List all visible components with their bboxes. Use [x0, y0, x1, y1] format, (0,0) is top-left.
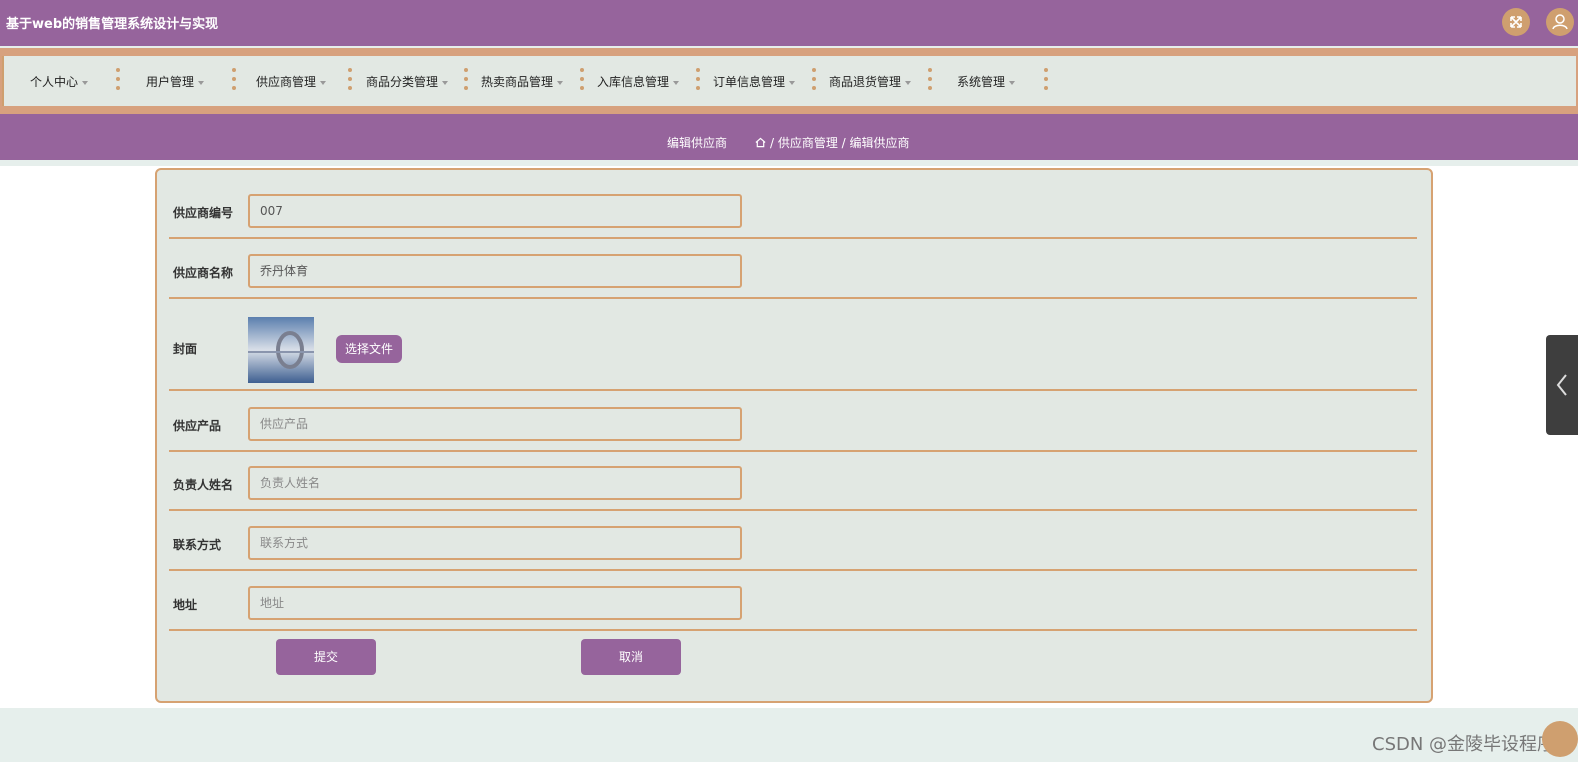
- choose-file-button[interactable]: 选择文件: [336, 335, 402, 363]
- watermark: CSDN @金陵毕设程序: [1372, 734, 1556, 755]
- product-input[interactable]: 供应产品: [248, 407, 742, 441]
- caret-down-icon: [905, 80, 912, 85]
- side-panel-toggle[interactable]: [1546, 335, 1578, 435]
- nav-item-user-management[interactable]: 用户管理: [146, 73, 205, 90]
- nav-separator: [580, 68, 584, 94]
- nav-item-hot-products[interactable]: 热卖商品管理: [481, 73, 564, 90]
- phone-label: 联系方式: [173, 538, 222, 552]
- chevron-left-icon: [1556, 374, 1567, 396]
- edit-supplier-form: 供应商编号 007 供应商名称 乔丹体育 封面 选择文件 供应产品 供应产品 负…: [155, 168, 1433, 703]
- nav-separator: [812, 68, 816, 94]
- caret-down-icon: [198, 80, 205, 85]
- nav-item-stock-in[interactable]: 入库信息管理: [597, 73, 680, 90]
- caret-down-icon: [557, 80, 564, 85]
- cover-thumbnail: [248, 317, 314, 383]
- user-icon: [1552, 14, 1568, 30]
- user-button[interactable]: [1546, 8, 1574, 36]
- nav-item-category-management[interactable]: 商品分类管理: [366, 73, 449, 90]
- cancel-button[interactable]: 取消: [581, 639, 681, 675]
- nav-separator: [928, 68, 932, 94]
- breadcrumb-path[interactable]: / 供应商管理 / 编辑供应商: [770, 136, 910, 150]
- nav-item-personal-center[interactable]: 个人中心: [30, 73, 89, 90]
- caret-down-icon: [82, 80, 89, 85]
- form-row-phone: 联系方式 联系方式: [169, 513, 1417, 571]
- fullscreen-icon: [1510, 16, 1522, 28]
- nav-separator: [696, 68, 700, 94]
- page-header: 编辑供应商 / 供应商管理 / 编辑供应商: [0, 114, 1578, 160]
- caret-down-icon: [442, 80, 449, 85]
- nav-item-orders[interactable]: 订单信息管理: [713, 73, 796, 90]
- cover-label: 封面: [173, 342, 198, 356]
- form-row-product: 供应产品 供应产品: [169, 393, 1417, 452]
- caret-down-icon: [1009, 80, 1016, 85]
- caret-down-icon: [320, 80, 327, 85]
- nav-separator: [464, 68, 468, 94]
- form-row-address: 地址 地址: [169, 573, 1417, 631]
- submit-button[interactable]: 提交: [276, 639, 376, 675]
- nav-item-returns[interactable]: 商品退货管理: [829, 73, 912, 90]
- nav-bar: 个人中心 用户管理 供应商管理 商品分类管理 热卖商品管理 入库信息管理 订单信…: [2, 56, 1576, 106]
- app-title: 基于web的销售管理系统设计与实现: [6, 17, 219, 32]
- fullscreen-button[interactable]: [1502, 8, 1530, 36]
- breadcrumb: / 供应商管理 / 编辑供应商: [755, 134, 910, 151]
- home-icon[interactable]: [755, 137, 766, 148]
- caret-down-icon: [789, 80, 796, 85]
- top-bar: 基于web的销售管理系统设计与实现: [0, 0, 1578, 46]
- nav-separator: [348, 68, 352, 94]
- form-row-supplier-name: 供应商名称 乔丹体育: [169, 241, 1417, 299]
- contact-person-label: 负责人姓名: [173, 478, 234, 492]
- phone-input[interactable]: 联系方式: [248, 526, 742, 560]
- content-area: 供应商编号 007 供应商名称 乔丹体育 封面 选择文件 供应产品 供应产品 负…: [0, 166, 1578, 708]
- form-row-cover: 封面 选择文件: [169, 301, 1417, 391]
- nav-separator: [1044, 68, 1048, 94]
- caret-down-icon: [673, 80, 680, 85]
- nav-item-system-management[interactable]: 系统管理: [957, 73, 1016, 90]
- supplier-name-label: 供应商名称: [173, 266, 234, 280]
- supplier-id-input[interactable]: 007: [248, 194, 742, 228]
- supplier-id-label: 供应商编号: [173, 206, 234, 220]
- product-label: 供应产品: [173, 419, 222, 433]
- corner-badge: [1542, 721, 1578, 757]
- address-label: 地址: [173, 598, 198, 612]
- nav-separator: [232, 68, 236, 94]
- contact-person-input[interactable]: 负责人姓名: [248, 466, 742, 500]
- form-row-supplier-id: 供应商编号 007: [169, 184, 1417, 239]
- form-row-contact-person: 负责人姓名 负责人姓名: [169, 454, 1417, 511]
- address-input[interactable]: 地址: [248, 586, 742, 620]
- nav-separator: [116, 68, 120, 94]
- nav-item-supplier-management[interactable]: 供应商管理: [256, 73, 327, 90]
- nav-wrapper: 个人中心 用户管理 供应商管理 商品分类管理 热卖商品管理 入库信息管理 订单信…: [0, 48, 1578, 114]
- supplier-name-input[interactable]: 乔丹体育: [248, 254, 742, 288]
- page-title: 编辑供应商: [667, 136, 728, 150]
